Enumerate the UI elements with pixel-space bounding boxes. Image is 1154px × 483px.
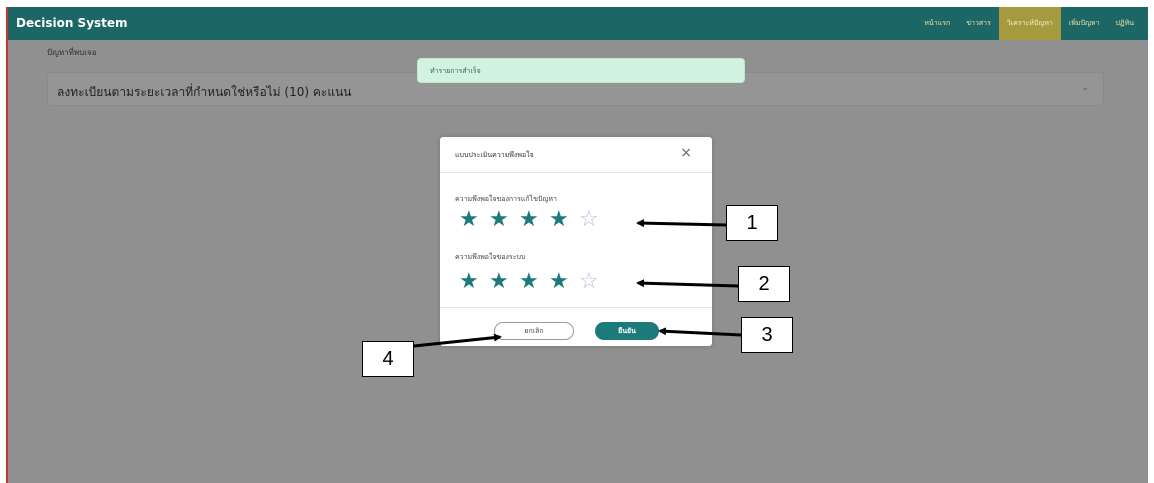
arrow-2: [636, 279, 739, 288]
callout-4: 4: [362, 341, 414, 377]
callout-3: 3: [741, 317, 793, 353]
annotation-arrows: [413, 219, 742, 348]
callout-2: 2: [738, 266, 790, 302]
arrow-4: [413, 333, 502, 348]
callout-1: 1: [726, 205, 778, 241]
arrow-3: [658, 327, 742, 337]
arrow-1: [636, 219, 727, 228]
